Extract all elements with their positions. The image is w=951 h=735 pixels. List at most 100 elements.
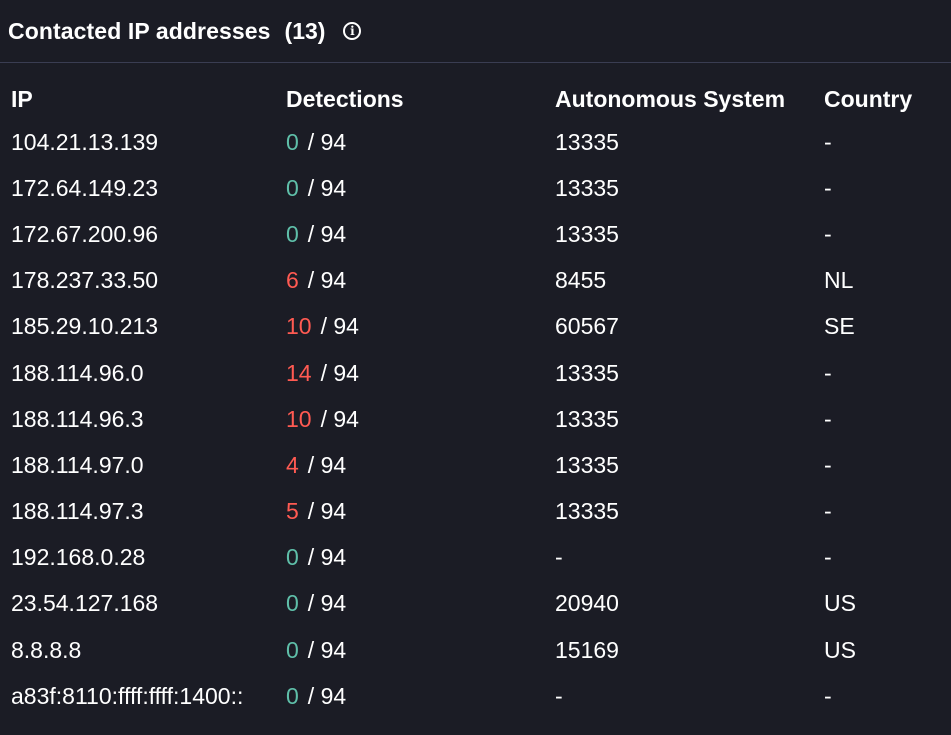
ip-address-link[interactable]: a83f:8110:ffff:ffff:1400:: [0,673,286,719]
detection-total: / 94 [320,313,359,340]
detection-count: 6 [286,267,299,294]
detections-cell: 10 / 94 [286,304,555,350]
header-autonomous-system[interactable]: Autonomous System [555,79,824,119]
table-header-row: IP Detections Autonomous System Country [0,79,951,119]
table-row[interactable]: a83f:8110:ffff:ffff:1400:: 0 / 94 - - [0,673,951,719]
ip-address-link[interactable]: 172.67.200.96 [0,211,286,257]
detection-count: 0 [286,590,299,617]
autonomous-system-cell: 15169 [555,636,619,663]
country-cell: NL [824,267,854,294]
country-cell: - [824,359,832,386]
detection-total: / 94 [307,220,347,247]
detections-cell: 0 / 94 [286,627,555,673]
country-cell: - [824,544,832,571]
ip-table: IP Detections Autonomous System Country … [0,79,951,719]
detection-total: / 94 [307,128,347,155]
detection-count: 10 [286,405,312,432]
ip-address-link[interactable]: 188.114.97.3 [0,489,286,535]
table-row[interactable]: 185.29.10.213 10 / 94 60567 SE [0,304,951,350]
country-cell: SE [824,313,855,340]
country-cell: - [824,174,832,201]
autonomous-system-cell: 13335 [555,359,619,386]
country-cell: - [824,451,832,478]
detection-count: 0 [286,682,299,709]
table-row[interactable]: 188.114.97.3 5 / 94 13335 - [0,489,951,535]
detection-total: / 94 [307,498,347,525]
contacted-ips-panel: Contacted IP addresses (13) i IP Detecti… [0,0,951,735]
ip-count: (13) [284,17,326,44]
autonomous-system-cell: 13335 [555,498,619,525]
ip-address-link[interactable]: 178.237.33.50 [0,258,286,304]
detections-cell: 0 / 94 [286,581,555,627]
detection-count: 14 [286,359,312,386]
autonomous-system-cell: 13335 [555,220,619,247]
country-cell: - [824,128,832,155]
ip-address-link[interactable]: 23.54.127.168 [0,581,286,627]
detection-total: / 94 [307,682,347,709]
detection-count: 0 [286,220,299,247]
country-cell: - [824,682,832,709]
autonomous-system-cell: 8455 [555,267,607,294]
autonomous-system-cell: - [555,682,563,709]
detections-cell: 5 / 94 [286,489,555,535]
detection-total: / 94 [307,544,347,571]
detections-cell: 0 / 94 [286,165,555,211]
header-ip[interactable]: IP [0,79,286,119]
table-row[interactable]: 188.114.96.0 14 / 94 13335 - [0,350,951,396]
detections-cell: 4 / 94 [286,442,555,488]
country-cell: - [824,405,832,432]
info-icon[interactable]: i [343,22,362,40]
ip-address-link[interactable]: 104.21.13.139 [0,119,286,165]
detection-count: 0 [286,544,299,571]
table-row[interactable]: 23.54.127.168 0 / 94 20940 US [0,581,951,627]
autonomous-system-cell: 13335 [555,174,619,201]
table-row[interactable]: 8.8.8.8 0 / 94 15169 US [0,627,951,673]
autonomous-system-cell: 60567 [555,313,619,340]
detection-total: / 94 [307,590,347,617]
ip-address-link[interactable]: 185.29.10.213 [0,304,286,350]
detections-cell: 0 / 94 [286,673,555,719]
ip-address-link[interactable]: 188.114.96.0 [0,350,286,396]
country-cell: US [824,636,856,663]
detection-count: 0 [286,174,299,201]
header-detections[interactable]: Detections [286,79,555,119]
detections-cell: 0 / 94 [286,211,555,257]
detection-count: 0 [286,128,299,155]
table-row[interactable]: 172.67.200.96 0 / 94 13335 - [0,211,951,257]
ip-address-link[interactable]: 188.114.97.0 [0,442,286,488]
panel-title: Contacted IP addresses [8,17,271,44]
detection-total: / 94 [307,267,347,294]
detections-cell: 6 / 94 [286,258,555,304]
autonomous-system-cell: - [555,544,563,571]
table-row[interactable]: 188.114.97.0 4 / 94 13335 - [0,442,951,488]
table-row[interactable]: 178.237.33.50 6 / 94 8455 NL [0,258,951,304]
country-cell: US [824,590,856,617]
detections-cell: 14 / 94 [286,350,555,396]
detection-total: / 94 [320,359,359,386]
header-country[interactable]: Country [824,79,951,119]
ip-address-link[interactable]: 172.64.149.23 [0,165,286,211]
detection-count: 5 [286,498,299,525]
table-row[interactable]: 188.114.96.3 10 / 94 13335 - [0,396,951,442]
detection-count: 0 [286,636,299,663]
detection-count: 10 [286,313,312,340]
country-cell: - [824,498,832,525]
detection-total: / 94 [320,405,359,432]
autonomous-system-cell: 13335 [555,451,619,478]
country-cell: - [824,220,832,247]
table-row[interactable]: 192.168.0.28 0 / 94 - - [0,535,951,581]
detection-total: / 94 [307,636,347,663]
detection-total: / 94 [307,174,347,201]
panel-header: Contacted IP addresses (13) i [0,0,951,63]
autonomous-system-cell: 20940 [555,590,619,617]
ip-address-link[interactable]: 192.168.0.28 [0,535,286,581]
detections-cell: 0 / 94 [286,535,555,581]
detection-total: / 94 [307,451,347,478]
ip-address-link[interactable]: 188.114.96.3 [0,396,286,442]
table-row[interactable]: 172.64.149.23 0 / 94 13335 - [0,165,951,211]
detections-cell: 10 / 94 [286,396,555,442]
autonomous-system-cell: 13335 [555,405,619,432]
detection-count: 4 [286,451,299,478]
ip-address-link[interactable]: 8.8.8.8 [0,627,286,673]
table-row[interactable]: 104.21.13.139 0 / 94 13335 - [0,119,951,165]
